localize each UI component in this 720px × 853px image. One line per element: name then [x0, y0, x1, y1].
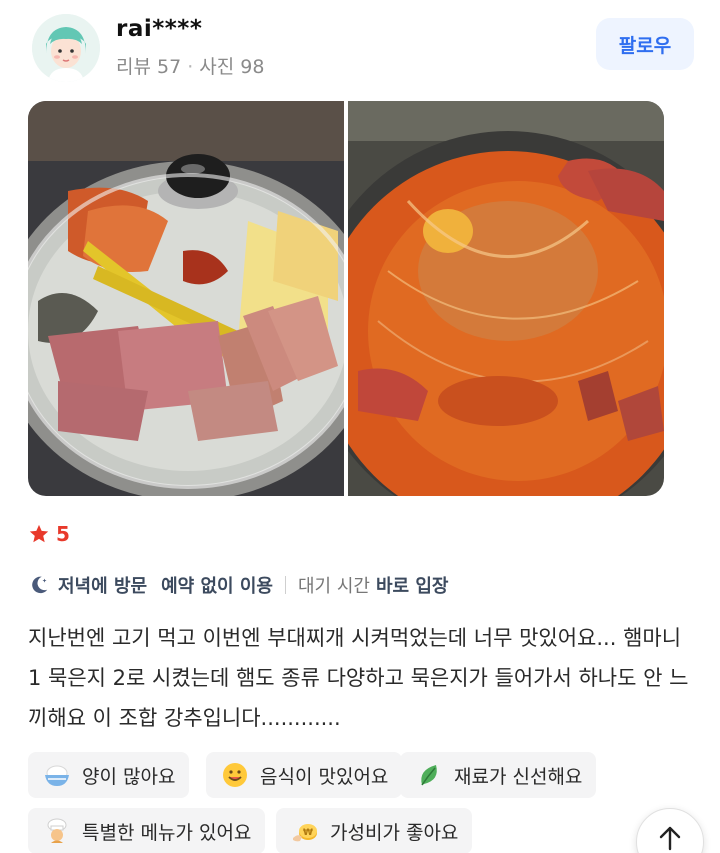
wait-time-value: 바로 입장	[375, 576, 449, 597]
rating-value: 5	[56, 522, 70, 546]
tag-good-value: ₩ 가성비가 좋아요	[276, 808, 473, 853]
user-name[interactable]: rai****	[116, 16, 202, 42]
tag-special-menu: 특별한 메뉴가 있어요	[28, 808, 266, 853]
visit-time: 저녁에 방문	[58, 576, 148, 597]
rating: 5	[28, 522, 70, 546]
tag-label: 양이 많아요	[82, 765, 176, 788]
arrow-up-icon	[659, 826, 681, 851]
svg-text:₩: ₩	[303, 828, 313, 838]
review-photo-1[interactable]	[28, 101, 344, 496]
budae-jjigae-boiled-photo	[348, 101, 664, 496]
wait-time-label: 대기 시간	[297, 576, 370, 597]
tag-tasty-food: 음식이 맛있어요	[206, 752, 403, 798]
moon-icon	[32, 576, 48, 594]
review-author-header: rai**** 리뷰 57 · 사진 98 팔로우	[28, 10, 694, 82]
leaf-icon	[421, 765, 437, 786]
smile-icon	[223, 763, 247, 787]
star-icon	[29, 524, 49, 543]
avatar-icon	[32, 14, 100, 82]
reservation-type: 예약 없이 이용	[161, 576, 273, 597]
tag-generous-portion: 양이 많아요	[28, 752, 190, 798]
visit-info: 저녁에 방문 예약 없이 이용 대기 시간 바로 입장	[28, 572, 448, 598]
avatar[interactable]	[32, 14, 100, 82]
tag-label: 가성비가 좋아요	[330, 821, 459, 844]
tag-fresh-ingredients: 재료가 신선해요	[400, 752, 597, 798]
photo-count: 사진 98	[199, 56, 265, 78]
divider	[284, 576, 286, 594]
tag-label: 재료가 신선해요	[454, 765, 583, 788]
coin-icon: ₩	[293, 824, 317, 842]
user-stats: 리뷰 57 · 사진 98	[116, 52, 264, 79]
separator-dot: ·	[187, 56, 194, 78]
tag-label: 음식이 맛있어요	[260, 765, 389, 788]
review-body[interactable]: 지난번엔 고기 먹고 이번엔 부대찌개 시켜먹었는데 너무 맛있어요... 햄마…	[28, 618, 696, 738]
review-count: 리뷰 57	[116, 56, 182, 78]
tag-label: 특별한 메뉴가 있어요	[82, 821, 252, 844]
chef-icon	[47, 818, 67, 843]
follow-button[interactable]: 팔로우	[596, 18, 694, 70]
review-photo-2[interactable]	[348, 101, 664, 496]
budae-jjigae-raw-photo	[28, 101, 344, 496]
rice-bowl-icon	[45, 765, 69, 786]
scroll-to-top-button[interactable]	[636, 808, 704, 853]
